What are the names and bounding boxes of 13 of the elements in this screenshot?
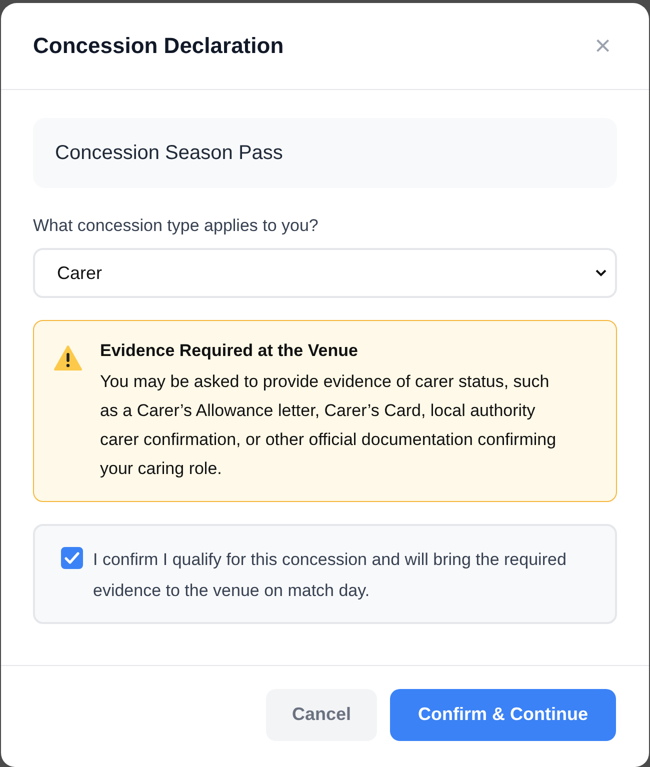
product-name: Concession Season Pass	[55, 142, 283, 164]
confirm-checkbox[interactable]	[61, 547, 83, 569]
notice-text: You may be asked to provide evidence of carer status, such as a Carer’s Allowance letter, Carer’s Card, local authority carer confirmation, or other official documentation confirming your caring role.	[100, 371, 558, 480]
chevron-down-icon	[595, 269, 607, 277]
warning-icon	[54, 345, 82, 371]
confirm-label: I confirm I qualify for this concession and will bring the required evidence to the venue on match day.	[93, 549, 568, 602]
notice-title: Evidence Required at the Venue	[100, 341, 359, 361]
concession-select[interactable]: Carer	[33, 248, 617, 298]
close-button[interactable]: ×	[588, 32, 617, 60]
dialog-title: Concession Declaration	[33, 33, 284, 59]
question-label: What concession type applies to you?	[33, 216, 320, 236]
cancel-button[interactable]: Cancel	[266, 688, 377, 740]
confirm-button[interactable]: Confirm & Continue	[390, 688, 616, 740]
